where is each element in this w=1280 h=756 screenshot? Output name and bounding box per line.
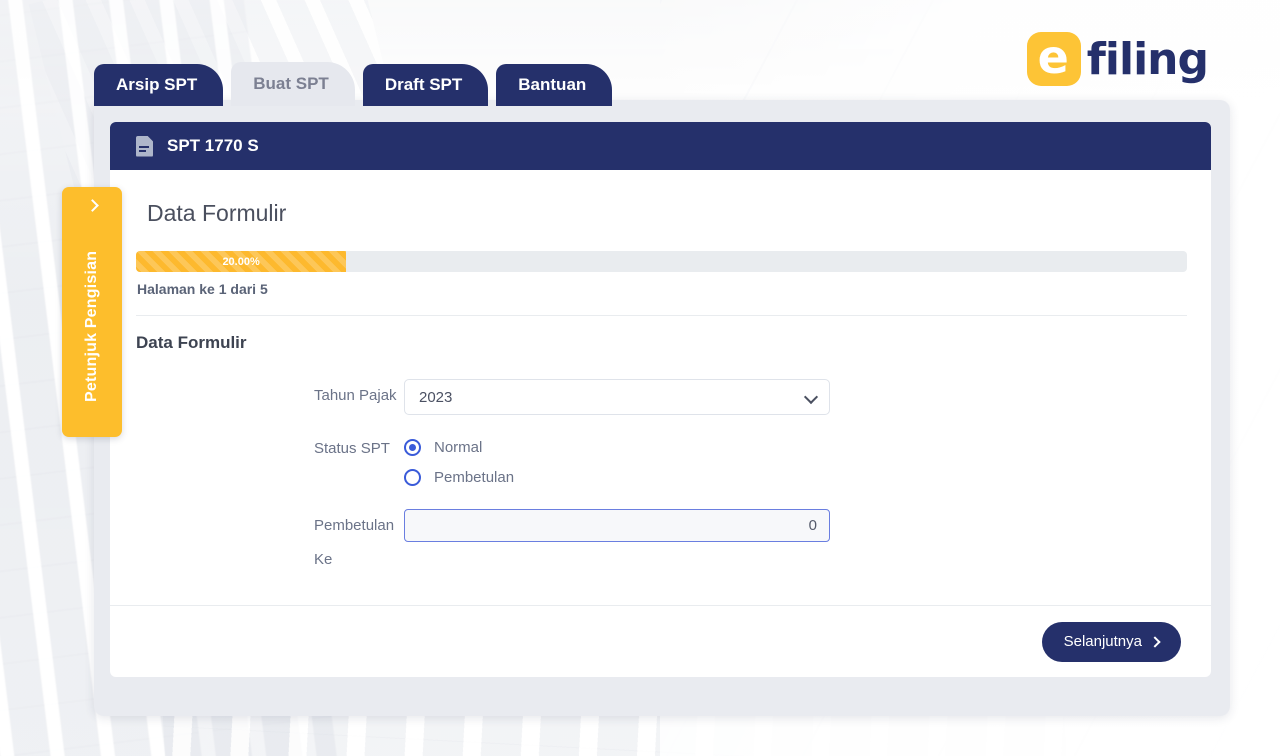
section-title: Data Formulir xyxy=(136,333,247,352)
form-panel: SPT 1770 S Data Formulir 20.00% Halaman … xyxy=(110,122,1211,677)
tab-label: Draft SPT xyxy=(384,75,463,94)
logo-wordmark: filing xyxy=(1086,33,1209,85)
data-formulir-form: Tahun Pajak 20232022202120202019 Status … xyxy=(134,379,1187,577)
chevron-right-icon xyxy=(1149,635,1161,648)
radio-pembetulan-label[interactable]: Pembetulan xyxy=(434,469,514,486)
page-counter: Halaman ke 1 dari 5 xyxy=(137,281,268,297)
tab-arsip-spt[interactable]: Arsip SPT xyxy=(94,64,224,106)
next-button-label: Selanjutnya xyxy=(1063,633,1142,650)
progress-percent-label: 20.00% xyxy=(222,255,260,268)
document-icon xyxy=(136,135,153,157)
tab-label: Buat SPT xyxy=(253,74,329,93)
field-row-status-spt: Status SPT Normal Pembetulan xyxy=(134,432,1187,492)
pembetulan-ke-input[interactable] xyxy=(404,509,830,542)
label-status-spt: Status SPT xyxy=(314,440,390,457)
logo-mark-icon: e xyxy=(1026,30,1081,86)
tab-label: Arsip SPT xyxy=(116,75,198,94)
efiling-logo: e filing xyxy=(1026,30,1209,86)
tab-draft-spt[interactable]: Draft SPT xyxy=(362,64,489,106)
field-row-tahun-pajak: Tahun Pajak 20232022202120202019 xyxy=(134,379,1187,415)
progress-bar: 20.00% xyxy=(136,251,1187,272)
radio-pembetulan-icon[interactable] xyxy=(404,468,421,486)
panel-header: SPT 1770 S xyxy=(110,122,1211,170)
field-row-pembetulan-ke: Pembetulan Ke xyxy=(134,509,1187,577)
label-pembetulan-ke: Pembetulan Ke xyxy=(314,517,395,568)
petunjuk-pengisian-label: Petunjuk Pengisian xyxy=(83,250,100,403)
main-tab-bar: Arsip SPT Buat SPT Draft SPT Bantuan xyxy=(94,62,620,106)
progress-bar-fill: 20.00% xyxy=(136,251,347,272)
petunjuk-pengisian-tab[interactable]: Petunjuk Pengisian xyxy=(62,187,122,437)
radio-normal-label[interactable]: Normal xyxy=(434,439,482,456)
tab-buat-spt[interactable]: Buat SPT xyxy=(231,62,355,106)
panel-header-title: SPT 1770 S xyxy=(167,136,259,155)
tab-label: Bantuan xyxy=(518,75,587,94)
panel-body: Data Formulir 20.00% Halaman ke 1 dari 5… xyxy=(110,170,1211,577)
radio-option-normal[interactable]: Normal xyxy=(404,432,830,462)
section-divider xyxy=(136,315,1187,316)
form-card-container: SPT 1770 S Data Formulir 20.00% Halaman … xyxy=(94,100,1230,716)
logo-mark-letter: e xyxy=(1037,30,1069,84)
tahun-pajak-select[interactable]: 20232022202120202019 xyxy=(404,379,830,415)
page-title: Data Formulir xyxy=(147,200,287,226)
radio-normal-icon[interactable] xyxy=(404,438,421,456)
tab-bantuan[interactable]: Bantuan xyxy=(496,64,613,106)
label-tahun-pajak: Tahun Pajak xyxy=(314,387,397,404)
panel-footer: Selanjutnya xyxy=(110,605,1211,677)
next-button[interactable]: Selanjutnya xyxy=(1041,621,1181,662)
radio-option-pembetulan[interactable]: Pembetulan xyxy=(404,462,830,492)
